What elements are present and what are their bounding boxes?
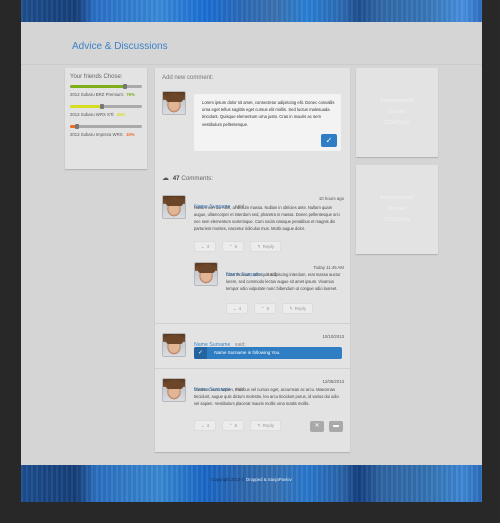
ad-line: Advertisement bbox=[380, 195, 414, 201]
check-icon: ✓ bbox=[194, 347, 207, 359]
divider bbox=[155, 323, 350, 324]
ad-line: 230x250px bbox=[384, 217, 410, 223]
poll-item: 2013 Subaru WRX STi: 45% bbox=[70, 104, 142, 117]
comment-icon: ▬ bbox=[333, 423, 339, 429]
poll-bar-fill bbox=[70, 105, 103, 108]
upvote-count: 6 bbox=[234, 423, 238, 428]
downvote-button[interactable]: ⌄ 4 bbox=[226, 303, 248, 314]
upvote-count: 6 bbox=[266, 306, 270, 311]
poll-heading: Your friends Chose: bbox=[70, 74, 123, 80]
poll-bar-fill bbox=[70, 85, 125, 88]
poll-item: 2013 Subaru Impreza WRX: 10% bbox=[70, 124, 142, 137]
comment-time: 10 hours ago bbox=[318, 196, 344, 201]
reply-button[interactable]: ↰ Reply bbox=[250, 241, 281, 252]
friends-poll-card: Your friends Chose: 2013 Subaru BRZ Prem… bbox=[65, 68, 147, 169]
comment-actions: ⌄ 4 ⌃ 6 ↰ Reply bbox=[226, 303, 313, 314]
follow-text: Name Surname is following You. bbox=[214, 350, 281, 355]
comment-actions: ⌄ 4 ⌃ 6 ↰ Reply bbox=[194, 420, 281, 431]
reply-label: Reply bbox=[294, 306, 307, 311]
divider bbox=[155, 368, 350, 369]
poll-label: 2013 Subaru Impreza WRX: bbox=[70, 132, 124, 137]
content-area: Advice & Discussions Your friends Chose:… bbox=[21, 22, 482, 465]
downvote-button[interactable]: ⌄ 4 bbox=[194, 420, 216, 431]
submit-comment-button[interactable]: ✓ bbox=[321, 134, 337, 147]
poll-percent: 10% bbox=[125, 132, 135, 137]
commenter-avatar[interactable] bbox=[162, 195, 186, 219]
comment-time: Today 11:45 AM bbox=[313, 265, 345, 270]
advertisement-banner[interactable]: Advertisement Banner 230x250px bbox=[356, 68, 438, 157]
poll-label: 2013 Subaru BRZ Premium: bbox=[70, 92, 124, 97]
chevron-up-icon: ⌃ bbox=[228, 243, 233, 249]
commenter-avatar[interactable] bbox=[194, 262, 218, 286]
downvote-count: 4 bbox=[206, 244, 210, 249]
downvote-count: 4 bbox=[238, 306, 242, 311]
close-icon: ✕ bbox=[314, 423, 320, 429]
upvote-button[interactable]: ⌃ 6 bbox=[222, 420, 244, 431]
comments-header: ☁ 47 Comments: bbox=[162, 174, 213, 182]
advertisement-banner[interactable]: Advertisement Banner 230x250px bbox=[356, 165, 438, 254]
add-comment-label: Add new comment: bbox=[162, 75, 214, 81]
poll-slider-handle[interactable] bbox=[75, 124, 80, 129]
ad-line: 230x250px bbox=[384, 120, 410, 126]
reply-arrow-icon: ↰ bbox=[288, 305, 293, 311]
comment-body: Vivamus nunc sapien, rhoncus vel cursus … bbox=[194, 387, 339, 406]
chevron-up-icon: ⌃ bbox=[260, 305, 265, 311]
reply-label: Reply bbox=[262, 244, 275, 249]
commenter-avatar[interactable] bbox=[162, 333, 186, 357]
poll-item: 2013 Subaru BRZ Premium: 76% bbox=[70, 84, 142, 97]
poll-bar bbox=[70, 84, 142, 89]
follow-notification: ✓ Name Surname is following You. bbox=[194, 347, 342, 359]
comments-count: 47 bbox=[172, 175, 180, 182]
speech-bubbles-icon: ☁ bbox=[162, 175, 169, 182]
downvote-count: 4 bbox=[206, 423, 210, 428]
ad-line: Banner bbox=[388, 109, 406, 115]
check-icon: ✓ bbox=[325, 136, 333, 145]
delete-button[interactable]: ✕ bbox=[310, 421, 324, 432]
chevron-down-icon: ⌄ bbox=[200, 243, 205, 249]
comment-time: 12/05/2013 bbox=[322, 379, 344, 384]
comments-label: Comments: bbox=[181, 175, 213, 182]
poll-bar bbox=[70, 104, 142, 109]
comment-body: Cras rhoncus, odio quis adipiscing inter… bbox=[226, 272, 341, 291]
reply-arrow-icon: ↰ bbox=[256, 422, 261, 428]
poll-percent: 76% bbox=[126, 92, 135, 97]
reply-label: Reply bbox=[262, 423, 275, 428]
chevron-down-icon: ⌄ bbox=[200, 422, 205, 428]
downvote-button[interactable]: ⌄ 4 bbox=[194, 241, 216, 252]
poll-percent: 45% bbox=[116, 112, 126, 117]
comments-panel: Add new comment: Lorem ipsum dolor sit a… bbox=[155, 68, 350, 452]
poll-bar bbox=[70, 124, 142, 129]
reply-button[interactable]: ↰ Reply bbox=[250, 420, 281, 431]
poll-slider-handle[interactable] bbox=[100, 104, 105, 109]
page: Advice & Discussions Your friends Chose:… bbox=[21, 0, 482, 502]
ad-line: Advertisement bbox=[380, 98, 414, 104]
chevron-up-icon: ⌃ bbox=[228, 422, 233, 428]
flag-button[interactable]: ▬ bbox=[329, 421, 343, 432]
footer-brand-link[interactable]: Dropped & SanjaPavlov bbox=[246, 477, 292, 482]
comment-input[interactable]: Lorem ipsum dolor sit amet, consectetur … bbox=[194, 94, 341, 151]
divider bbox=[21, 64, 482, 65]
header-banner bbox=[21, 0, 482, 22]
upvote-button[interactable]: ⌃ 6 bbox=[222, 241, 244, 252]
chevron-down-icon: ⌄ bbox=[232, 305, 237, 311]
upvote-button[interactable]: ⌃ 6 bbox=[254, 303, 276, 314]
page-title: Advice & Discussions bbox=[72, 41, 168, 52]
commenter-avatar[interactable] bbox=[162, 378, 186, 402]
poll-label: 2013 Subaru WRX STi: bbox=[70, 112, 115, 117]
user-avatar bbox=[162, 91, 186, 115]
reply-arrow-icon: ↰ bbox=[256, 243, 261, 249]
reply-button[interactable]: ↰ Reply bbox=[282, 303, 313, 314]
ad-line: Banner bbox=[388, 206, 406, 212]
footer: Copyright 2013 © Dropped & SanjaPavlov bbox=[21, 465, 482, 502]
upvote-count: 6 bbox=[234, 244, 238, 249]
copyright-text: Copyright 2013 © bbox=[211, 477, 245, 482]
comment-input-text[interactable]: Lorem ipsum dolor sit amet, consectetur … bbox=[202, 99, 336, 128]
poll-slider-handle[interactable] bbox=[122, 84, 127, 89]
comment-body: Nullam non dui nibh, at dictum massa. Nu… bbox=[194, 205, 340, 231]
comment-actions: ⌄ 4 ⌃ 6 ↰ Reply bbox=[194, 241, 281, 252]
footer-text: Copyright 2013 © Dropped & SanjaPavlov bbox=[21, 477, 482, 482]
comment-time: 10/10/2013 bbox=[322, 334, 344, 339]
